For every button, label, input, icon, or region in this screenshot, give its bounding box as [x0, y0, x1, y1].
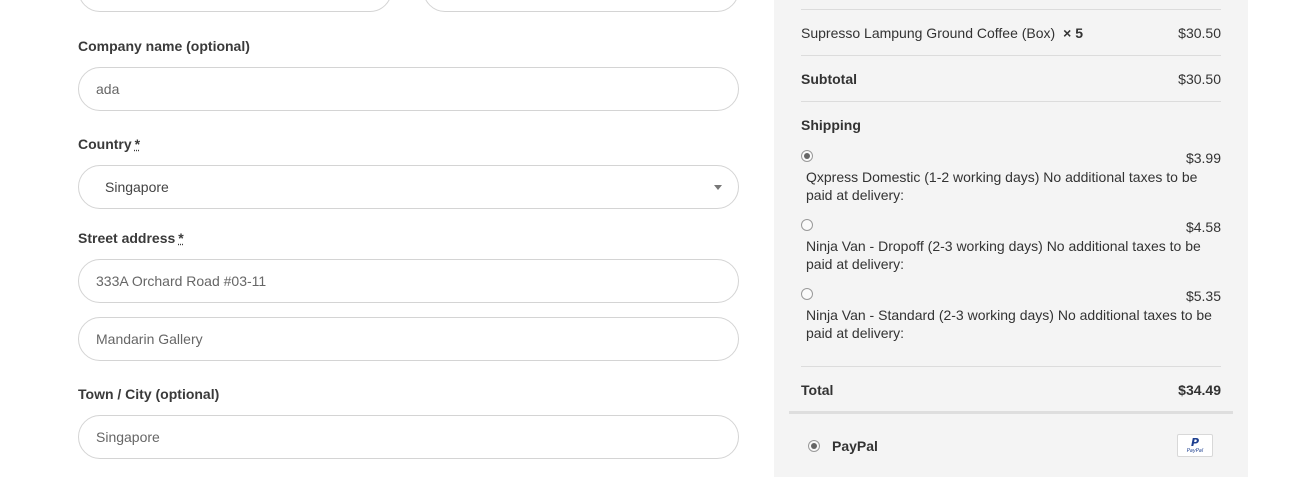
payment-paypal-radio[interactable] [808, 440, 820, 452]
city-value: Singapore [96, 429, 160, 445]
order-item-amount: $30.50 [1178, 25, 1221, 41]
total-row: Total $34.49 [801, 382, 1221, 398]
divider [789, 411, 1233, 414]
subtotal-label: Subtotal [801, 71, 857, 87]
subtotal-row: Subtotal $30.50 [801, 71, 1221, 87]
shipping-option-label[interactable]: Ninja Van - Dropoff (2-3 working days) N… [806, 237, 1226, 273]
company-name-value: ada [96, 81, 120, 97]
city-input[interactable]: Singapore [78, 415, 739, 459]
company-name-label: Company name (optional) [78, 38, 250, 54]
order-item-qty: × 5 [1063, 25, 1083, 41]
shipping-option-qxpress-radio[interactable] [801, 150, 813, 162]
shipping-option-ninjavan-standard-radio[interactable] [801, 288, 813, 300]
country-label-text: Country [78, 136, 132, 152]
divider [801, 9, 1221, 10]
total-label: Total [801, 382, 834, 398]
paypal-logo-text: PayPal [1186, 447, 1204, 454]
street-address-line1-value: 333A Orchard Road #03-11 [96, 273, 267, 289]
country-select-value: Singapore [105, 179, 169, 195]
chevron-down-icon [714, 185, 722, 190]
city-label: Town / City (optional) [78, 386, 220, 402]
first-name-field[interactable] [78, 0, 392, 12]
subtotal-amount: $30.50 [1178, 71, 1221, 87]
paypal-logo: P PayPal [1177, 434, 1213, 457]
shipping-label: Shipping [801, 117, 861, 133]
shipping-option-price: $5.35 [1185, 288, 1221, 304]
divider [801, 101, 1221, 102]
country-label: Country * [78, 136, 140, 152]
divider [801, 366, 1221, 367]
shipping-option-label[interactable]: Ninja Van - Standard (2-3 working days) … [806, 306, 1226, 342]
shipping-option-price: $4.58 [1185, 219, 1221, 235]
country-select[interactable]: Singapore [78, 165, 739, 209]
company-name-input[interactable]: ada [78, 67, 739, 111]
paypal-logo-letter: P [1190, 435, 1200, 449]
required-mark: * [178, 230, 184, 246]
last-name-field[interactable] [423, 0, 739, 12]
order-item-row: Supresso Lampung Ground Coffee (Box) × 5… [801, 25, 1221, 41]
street-address-line2-value: Mandarin Gallery [96, 331, 203, 347]
payment-method-label[interactable]: PayPal [832, 438, 952, 454]
required-mark: * [134, 136, 141, 152]
street-address-line2-input[interactable]: Mandarin Gallery [78, 317, 739, 361]
street-address-label-text: Street address [78, 230, 176, 246]
total-amount: $34.49 [1178, 382, 1221, 398]
shipping-option-price: $3.99 [1185, 150, 1221, 166]
street-address-label: Street address * [78, 230, 184, 246]
divider [801, 55, 1221, 56]
order-item-name: Supresso Lampung Ground Coffee (Box) [801, 25, 1056, 41]
shipping-option-label[interactable]: Qxpress Domestic (1-2 working days) No a… [806, 168, 1226, 204]
shipping-option-ninjavan-dropoff-radio[interactable] [801, 219, 813, 231]
order-summary-panel: Supresso Lampung Ground Coffee (Box) × 5… [774, 0, 1248, 477]
street-address-line1-input[interactable]: 333A Orchard Road #03-11 [78, 259, 739, 303]
